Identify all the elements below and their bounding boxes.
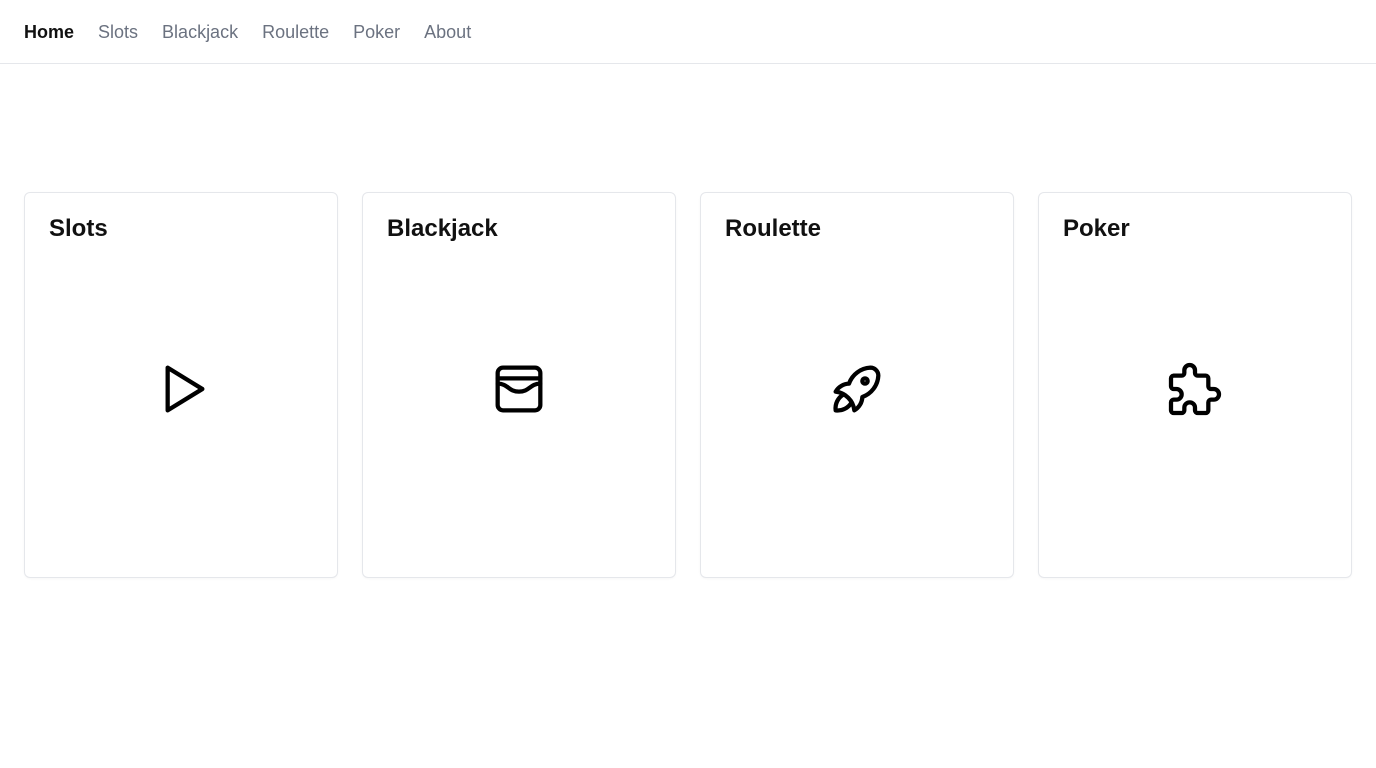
card-blackjack[interactable]: Blackjack	[362, 192, 676, 578]
card-title: Slots	[49, 215, 108, 242]
play-icon	[149, 357, 213, 421]
top-navigation: Home Slots Blackjack Roulette Poker Abou…	[0, 0, 1376, 64]
card-roulette[interactable]: Roulette	[700, 192, 1014, 578]
rocket-icon	[825, 357, 889, 421]
card-title: Roulette	[725, 215, 821, 242]
nav-link-poker[interactable]: Poker	[353, 23, 400, 41]
nav-link-home[interactable]: Home	[24, 23, 74, 41]
nav-link-blackjack[interactable]: Blackjack	[162, 23, 238, 41]
nav-link-about[interactable]: About	[424, 23, 471, 41]
card-title: Blackjack	[387, 215, 498, 242]
nav-link-roulette[interactable]: Roulette	[262, 23, 329, 41]
game-cards: Slots Blackjack Roulette Poker	[24, 192, 1352, 578]
nav-link-slots[interactable]: Slots	[98, 23, 138, 41]
wallet-icon	[487, 357, 551, 421]
card-poker[interactable]: Poker	[1038, 192, 1352, 578]
card-title: Poker	[1063, 215, 1130, 242]
puzzle-icon	[1163, 357, 1227, 421]
card-slots[interactable]: Slots	[24, 192, 338, 578]
